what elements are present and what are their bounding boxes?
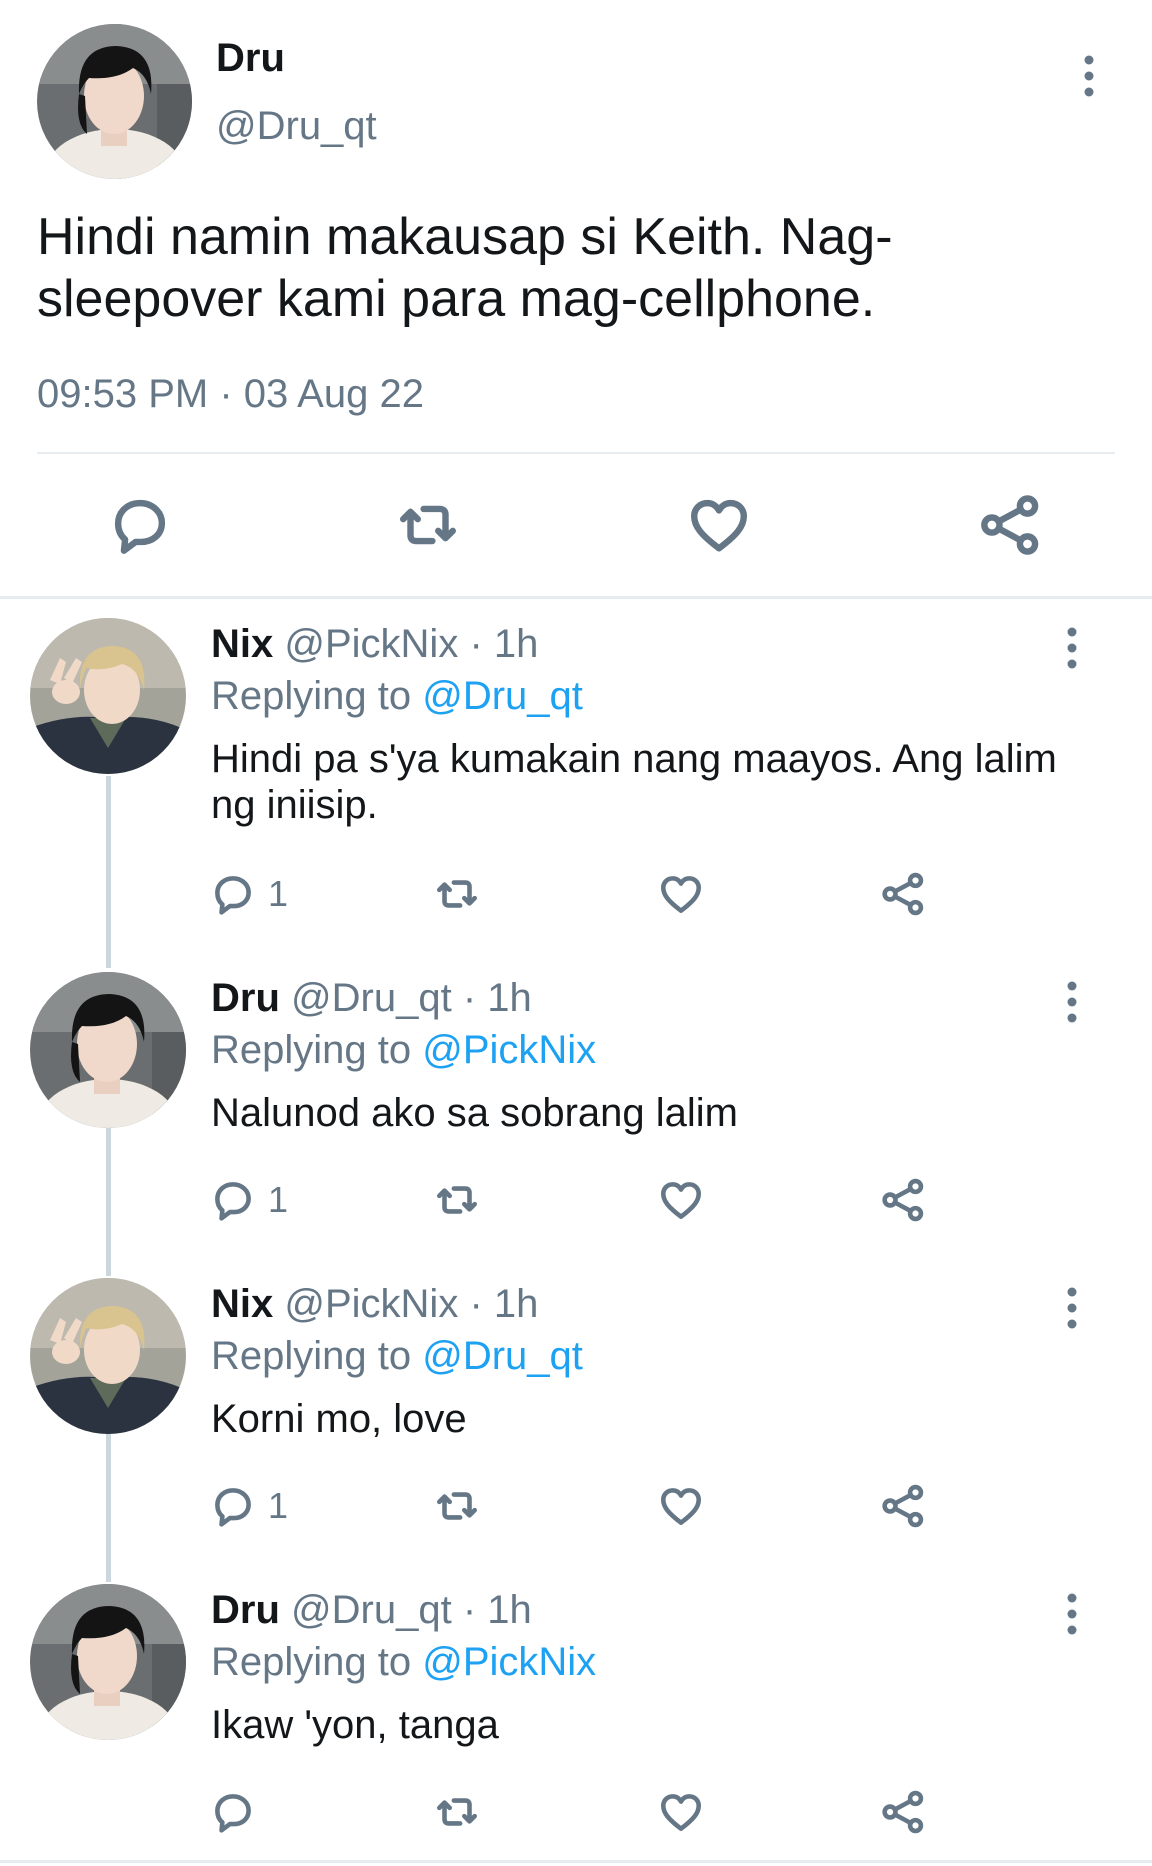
- share-icon: [882, 1790, 924, 1834]
- author-handle[interactable]: @PickNix: [284, 622, 458, 666]
- reply-icon: [215, 1182, 251, 1221]
- reply-tweet[interactable]: Dru @Dru_qt · 1h Replying to @PickNix Ik…: [0, 1584, 1152, 1860]
- reply-text: Nalunod ako sa sobrang lalim: [211, 1091, 738, 1135]
- retweet-icon: [437, 1492, 477, 1520]
- reply-actions: [0, 1784, 1152, 1840]
- retweet-button[interactable]: [432, 1172, 482, 1228]
- replying-to-label: Replying to: [211, 674, 423, 718]
- like-button[interactable]: [656, 1478, 706, 1534]
- author-handle[interactable]: @Dru_qt: [291, 1588, 452, 1632]
- reply-count: 1: [268, 873, 289, 914]
- like-icon[interactable]: [684, 490, 754, 560]
- share-icon[interactable]: [975, 490, 1045, 560]
- author-name[interactable]: Dru: [216, 36, 285, 81]
- replying-to: Replying to @Dru_qt: [211, 674, 583, 719]
- reply-tweet[interactable]: Dru @Dru_qt · 1h Replying to @PickNix Na…: [0, 972, 1152, 1262]
- reply-icon: [215, 1794, 251, 1833]
- reply-actions: 1: [0, 1478, 1152, 1534]
- avatar[interactable]: [37, 24, 192, 179]
- author-name[interactable]: Nix: [211, 622, 273, 666]
- reply-actions: 1: [0, 1172, 1152, 1228]
- reply-header: Nix @PickNix · 1h: [211, 1282, 538, 1327]
- mention-link[interactable]: @PickNix: [422, 1028, 596, 1072]
- share-button[interactable]: [878, 1784, 928, 1840]
- tweet-actions: [0, 490, 1152, 560]
- share-button[interactable]: [878, 1172, 928, 1228]
- reply-time: · 1h: [469, 622, 539, 666]
- avatar[interactable]: [30, 618, 186, 774]
- reply-time: · 1h: [462, 1588, 532, 1632]
- like-icon: [661, 1182, 701, 1219]
- reply-time: · 1h: [469, 1282, 539, 1326]
- like-icon: [661, 1794, 701, 1831]
- reply-icon[interactable]: [105, 490, 175, 560]
- divider: [0, 596, 1152, 599]
- reply-text: Korni mo, love: [211, 1397, 467, 1441]
- replying-to-label: Replying to: [211, 1334, 423, 1378]
- share-icon: [882, 1178, 924, 1222]
- reply-text: Ikaw 'yon, tanga: [211, 1703, 499, 1747]
- avatar[interactable]: [30, 1278, 186, 1434]
- reply-header: Dru @Dru_qt · 1h: [211, 1588, 532, 1633]
- replying-to: Replying to @PickNix: [211, 1028, 596, 1073]
- retweet-button[interactable]: [432, 1784, 482, 1840]
- retweet-icon: [437, 1186, 477, 1214]
- tweet-text: Hindi namin makausap si Keith. Nag-sleep…: [37, 208, 893, 328]
- author-name[interactable]: Dru: [211, 976, 280, 1020]
- reply-button[interactable]: 1: [208, 866, 288, 922]
- share-button[interactable]: [878, 1478, 928, 1534]
- mention-link[interactable]: @Dru_qt: [422, 1334, 583, 1378]
- reply-actions: 1: [0, 866, 1152, 922]
- retweet-icon: [437, 1798, 477, 1826]
- tweet-thread-page: Dru @Dru_qt Hindi namin makausap si Keit…: [0, 0, 1152, 1866]
- author-name[interactable]: Nix: [211, 1282, 273, 1326]
- author-handle[interactable]: @Dru_qt: [216, 104, 377, 149]
- share-button[interactable]: [878, 866, 928, 922]
- reply-header: Nix @PickNix · 1h: [211, 622, 538, 667]
- author-handle[interactable]: @Dru_qt: [291, 976, 452, 1020]
- reply-icon: [215, 876, 251, 915]
- mention-link[interactable]: @PickNix: [422, 1640, 596, 1684]
- retweet-button[interactable]: [432, 1478, 482, 1534]
- replying-to-label: Replying to: [211, 1640, 423, 1684]
- replying-to: Replying to @PickNix: [211, 1640, 596, 1685]
- author-name[interactable]: Dru: [211, 1588, 280, 1632]
- more-options-icon[interactable]: [1058, 1284, 1086, 1332]
- author-handle[interactable]: @PickNix: [284, 1282, 458, 1326]
- like-button[interactable]: [656, 1172, 706, 1228]
- reply-text: Hindi pa s'ya kumakain nang maayos. Ang …: [211, 737, 1057, 827]
- like-button[interactable]: [656, 866, 706, 922]
- reply-header: Dru @Dru_qt · 1h: [211, 976, 532, 1021]
- reply-button[interactable]: 1: [208, 1172, 288, 1228]
- avatar[interactable]: [30, 972, 186, 1128]
- reply-tweet[interactable]: Nix @PickNix · 1h Replying to @Dru_qt Ko…: [0, 1278, 1152, 1568]
- like-button[interactable]: [656, 1784, 706, 1840]
- more-options-icon[interactable]: [1075, 52, 1103, 100]
- divider: [0, 1860, 1152, 1863]
- reply-icon: [215, 1488, 251, 1527]
- main-tweet: Dru @Dru_qt Hindi namin makausap si Keit…: [0, 0, 1152, 600]
- reply-count: 1: [268, 1179, 289, 1220]
- like-icon: [661, 876, 701, 913]
- reply-button[interactable]: [208, 1784, 268, 1840]
- divider: [37, 452, 1115, 454]
- reply-tweet[interactable]: Nix @PickNix · 1h Replying to @Dru_qt Hi…: [0, 618, 1152, 938]
- reply-button[interactable]: 1: [208, 1478, 288, 1534]
- more-options-icon[interactable]: [1058, 1590, 1086, 1638]
- share-icon: [882, 872, 924, 916]
- more-options-icon[interactable]: [1058, 624, 1086, 672]
- reply-time: · 1h: [462, 976, 532, 1020]
- avatar[interactable]: [30, 1584, 186, 1740]
- reply-count: 1: [268, 1485, 289, 1526]
- tweet-timestamp[interactable]: 09:53 PM · 03 Aug 22: [37, 372, 424, 417]
- retweet-icon: [437, 880, 477, 908]
- share-icon: [882, 1484, 924, 1528]
- more-options-icon[interactable]: [1058, 978, 1086, 1026]
- replying-to: Replying to @Dru_qt: [211, 1334, 583, 1379]
- retweet-button[interactable]: [432, 866, 482, 922]
- like-icon: [661, 1488, 701, 1525]
- mention-link[interactable]: @Dru_qt: [422, 674, 583, 718]
- replying-to-label: Replying to: [211, 1028, 423, 1072]
- retweet-icon[interactable]: [393, 490, 463, 560]
